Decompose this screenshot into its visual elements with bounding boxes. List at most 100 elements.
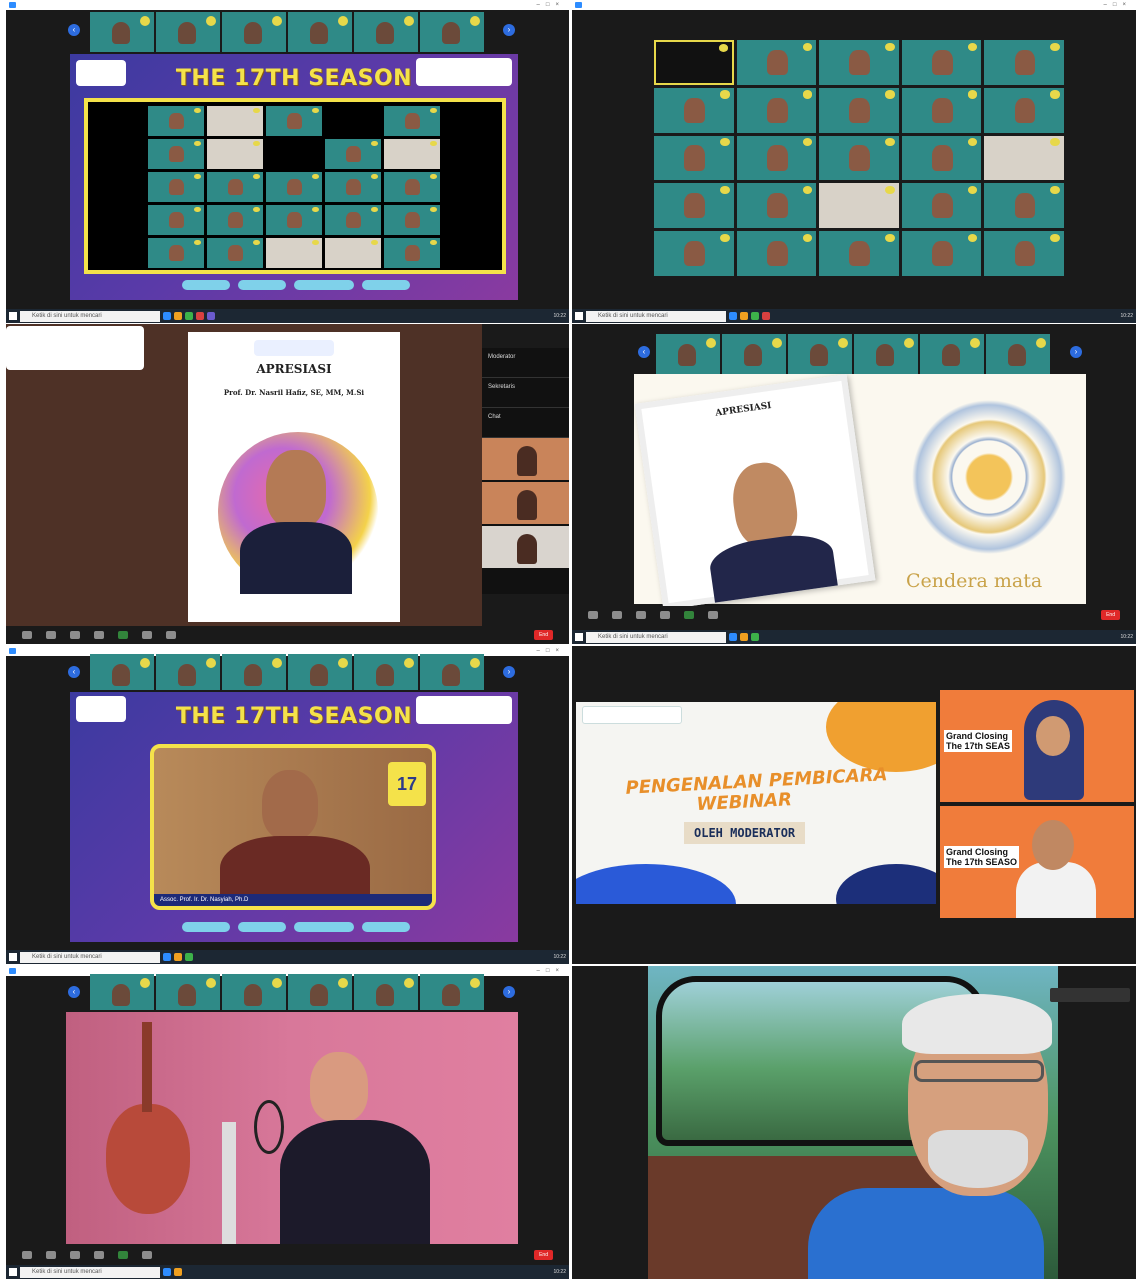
window-controls[interactable]: –□× (537, 646, 565, 656)
share-screen-icon[interactable] (684, 611, 694, 619)
participants-icon[interactable] (70, 631, 80, 639)
chat-icon[interactable] (94, 631, 104, 639)
taskbar-app-icon[interactable] (163, 312, 171, 320)
window-controls[interactable]: –□× (1104, 0, 1132, 10)
taskbar-search-input[interactable]: Ketik di sini untuk mencari (20, 310, 160, 322)
taskbar-app-icon[interactable] (751, 312, 759, 320)
participant-tile[interactable] (156, 974, 220, 1010)
taskbar-app-icon[interactable] (207, 312, 215, 320)
participant-tile[interactable] (288, 974, 352, 1010)
mute-icon[interactable] (22, 631, 32, 639)
next-page-arrow-icon[interactable]: › (503, 24, 515, 36)
windows-start-icon[interactable] (575, 633, 583, 641)
video-icon[interactable] (46, 631, 56, 639)
end-meeting-button[interactable]: End (1101, 610, 1120, 620)
share-screen-icon[interactable] (118, 1251, 128, 1259)
taskbar-app-icon[interactable] (751, 633, 759, 641)
participant-tile[interactable] (156, 12, 220, 52)
video-icon[interactable] (46, 1251, 56, 1259)
camera-tile-participant: Grand Closing The 17th SEASO (940, 806, 1134, 918)
participant-tile[interactable] (854, 334, 918, 374)
participant-tile[interactable] (354, 654, 418, 690)
info-chip-row (182, 280, 410, 290)
taskbar-app-icon[interactable] (174, 1268, 182, 1276)
zoom-icon (9, 968, 16, 974)
chat-icon[interactable] (94, 1251, 104, 1259)
window-controls[interactable]: –□× (537, 0, 565, 10)
prev-page-arrow-icon[interactable]: ‹ (68, 986, 80, 998)
participant-tile[interactable] (222, 654, 286, 690)
next-page-arrow-icon[interactable]: › (1070, 346, 1082, 358)
record-icon[interactable] (708, 611, 718, 619)
taskbar-search-input[interactable]: Ketik di sini untuk mencari (586, 310, 726, 322)
participant-tile[interactable] (420, 974, 484, 1010)
mute-icon[interactable] (588, 611, 598, 619)
participant-tile[interactable] (90, 12, 154, 52)
participant-tile[interactable] (354, 12, 418, 52)
taskbar-app-icon[interactable] (185, 312, 193, 320)
taskbar-app-icon[interactable] (174, 953, 182, 961)
record-icon[interactable] (142, 631, 152, 639)
record-icon[interactable] (142, 1251, 152, 1259)
participant-tile[interactable] (722, 334, 786, 374)
taskbar-app-icon[interactable] (740, 633, 748, 641)
taskbar-app-icon[interactable] (762, 312, 770, 320)
windows-start-icon[interactable] (575, 312, 583, 320)
taskbar-app-icon[interactable] (174, 312, 182, 320)
next-page-arrow-icon[interactable]: › (503, 986, 515, 998)
participant-tile[interactable] (288, 12, 352, 52)
taskbar-search-input[interactable]: Ketik di sini untuk mencari (20, 951, 160, 963)
taskbar-clock: 10:22 (1120, 634, 1133, 640)
taskbar-app-icon[interactable] (163, 1268, 171, 1276)
participant-tile[interactable] (288, 654, 352, 690)
shared-screen-thumb[interactable] (654, 40, 734, 85)
participant-tile[interactable] (986, 334, 1050, 374)
slide-logo-strip (582, 706, 682, 724)
taskbar-app-icon[interactable] (185, 953, 193, 961)
side-item[interactable]: Sekretaris (482, 378, 569, 408)
zoom-icon (9, 648, 16, 654)
mute-icon[interactable] (22, 1251, 32, 1259)
share-screen-icon[interactable] (118, 631, 128, 639)
prev-page-arrow-icon[interactable]: ‹ (638, 346, 650, 358)
participant-tile[interactable] (90, 654, 154, 690)
participant-tile[interactable] (420, 12, 484, 52)
side-video-tile (482, 438, 569, 482)
speaker-video (262, 770, 318, 840)
taskbar-search-input[interactable]: Ketik di sini untuk mencari (20, 1266, 160, 1278)
participant-tile[interactable] (90, 974, 154, 1010)
windows-start-icon[interactable] (9, 1268, 17, 1276)
participant-tile[interactable] (156, 654, 220, 690)
taskbar-app-icon[interactable] (729, 633, 737, 641)
taskbar-search-input[interactable]: Ketik di sini untuk mencari (586, 631, 726, 643)
taskbar-app-icon[interactable] (729, 312, 737, 320)
reactions-icon[interactable] (166, 631, 176, 639)
taskbar-app-icon[interactable] (740, 312, 748, 320)
participant-tile[interactable] (788, 334, 852, 374)
side-item[interactable]: Moderator (482, 348, 569, 378)
end-meeting-button[interactable]: End (534, 630, 553, 640)
participant-tile[interactable] (222, 974, 286, 1010)
side-chat-label[interactable]: Chat (482, 408, 569, 438)
windows-start-icon[interactable] (9, 312, 17, 320)
participant-tile[interactable] (420, 654, 484, 690)
next-page-arrow-icon[interactable]: › (503, 666, 515, 678)
taskbar-app-icon[interactable] (163, 953, 171, 961)
window-controls[interactable]: –□× (537, 966, 565, 976)
camera-label-line2: The 17th SEASO (946, 857, 1018, 867)
participant-tile[interactable] (920, 334, 984, 374)
video-tile (736, 135, 817, 181)
windows-start-icon[interactable] (9, 953, 17, 961)
prev-page-arrow-icon[interactable]: ‹ (68, 666, 80, 678)
participant-tile[interactable] (354, 974, 418, 1010)
video-icon[interactable] (612, 611, 622, 619)
participant-tile[interactable] (222, 12, 286, 52)
participants-icon[interactable] (636, 611, 646, 619)
chat-icon[interactable] (660, 611, 670, 619)
participant-tile[interactable] (656, 334, 720, 374)
end-meeting-button[interactable]: End (534, 1250, 553, 1260)
prev-page-arrow-icon[interactable]: ‹ (68, 24, 80, 36)
participants-icon[interactable] (70, 1251, 80, 1259)
windows-taskbar: Ketik di sini untuk mencari 10:22 (572, 309, 1136, 323)
taskbar-app-icon[interactable] (196, 312, 204, 320)
